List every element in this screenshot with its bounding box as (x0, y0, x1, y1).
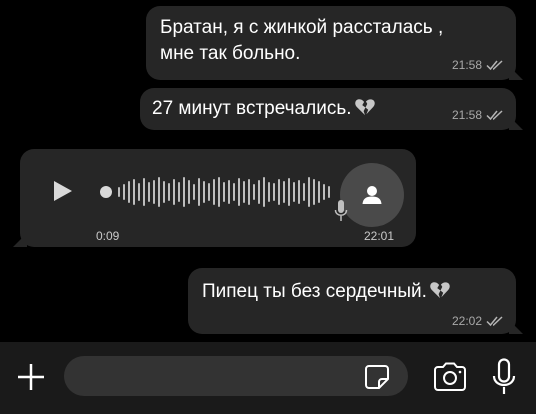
broken-heart-icon (430, 282, 450, 299)
message-time: 21:58 (451, 108, 482, 122)
message-meta: 21:58 (452, 58, 504, 72)
waveform-bar (298, 180, 300, 204)
person-icon (362, 186, 382, 204)
message-time: 22:02 (451, 314, 482, 328)
waveform-bar (188, 180, 190, 204)
message-text: Пипец ты без сердечный. (202, 280, 451, 304)
waveform-bar (253, 184, 255, 200)
avatar[interactable] (340, 163, 404, 227)
waveform-bar (133, 179, 135, 205)
voice-waveform[interactable] (98, 175, 338, 209)
waveform-bar (123, 184, 125, 200)
waveform-bar (198, 178, 200, 206)
double-check-icon (486, 60, 503, 71)
microphone-icon (334, 200, 348, 221)
waveform-bar (243, 181, 245, 203)
message-text-content: 27 минут встречались. (152, 98, 352, 119)
waveform-bar (183, 177, 185, 207)
waveform-bar (263, 177, 265, 207)
waveform-bar (328, 186, 330, 198)
waveform-bar (228, 180, 230, 204)
outgoing-message[interactable]: Пипец ты без сердечный. 22:02 (188, 268, 523, 334)
waveform-bar (278, 179, 280, 205)
waveform-bar (213, 179, 215, 205)
bubble-tail (509, 320, 523, 334)
waveform-bar (268, 182, 270, 202)
waveform-bar (233, 183, 235, 201)
waveform-bar (323, 184, 325, 200)
waveform-bar (223, 182, 225, 202)
waveform-bar (203, 181, 205, 203)
waveform-bar (178, 182, 180, 202)
double-check-icon (486, 316, 503, 327)
message-text-content: Пипец ты без сердечный. (202, 281, 427, 302)
chat-history: Братан, я с жинкой рассталась , мне так … (0, 0, 536, 342)
plus-icon[interactable] (14, 360, 48, 394)
sticker-icon[interactable] (364, 364, 390, 390)
waveform-bar (308, 177, 310, 207)
waveform-bar (208, 183, 210, 201)
message-meta: 21:58 (452, 108, 504, 122)
waveform-bar (303, 183, 305, 201)
waveform-bar (258, 180, 260, 204)
message-time: 21:58 (451, 58, 482, 72)
message-meta: 22:02 (452, 314, 504, 328)
waveform-bar (148, 182, 150, 202)
playback-scrubber[interactable] (100, 186, 112, 198)
waveform-bar (273, 183, 275, 201)
waveform-bar (313, 179, 315, 205)
voice-duration: 0:09 (96, 229, 120, 243)
waveform-bar (153, 180, 155, 204)
outgoing-message[interactable]: 27 минут встречались. 21:58 (140, 88, 523, 130)
message-text: 27 минут встречались. (152, 97, 376, 121)
waveform-bar (248, 179, 250, 205)
bubble-tail (509, 66, 523, 80)
composer-bar (0, 342, 536, 414)
camera-icon[interactable] (432, 362, 468, 392)
waveform-bar (288, 178, 290, 206)
waveform-bar (318, 181, 320, 203)
waveform-bar (238, 178, 240, 206)
bubble-tail (509, 116, 523, 130)
waveform-bar (168, 183, 170, 201)
double-check-icon (486, 110, 503, 121)
broken-heart-icon (354, 99, 375, 116)
message-text-line: мне так больно. (160, 43, 301, 64)
microphone-icon[interactable] (492, 358, 516, 396)
waveform-bar (293, 182, 295, 202)
message-text-line: Братан, я с жинкой рассталась , (160, 17, 444, 38)
waveform-bar (218, 177, 220, 207)
waveform-bar (118, 187, 120, 197)
waveform-bar (158, 177, 160, 207)
waveform-bar (283, 181, 285, 203)
incoming-voice-message: 0:09 22:01 (13, 149, 416, 247)
waveform-bar (163, 181, 165, 203)
message-time: 22:01 (363, 229, 394, 243)
waveform-bar (173, 179, 175, 205)
waveform-bar (138, 183, 140, 201)
message-input[interactable] (64, 356, 408, 396)
waveform-bar (143, 178, 145, 206)
play-icon[interactable] (52, 179, 74, 203)
waveform-bar (193, 184, 195, 200)
waveform-bar (128, 181, 130, 203)
bubble-tail (13, 233, 27, 247)
outgoing-message[interactable]: Братан, я с жинкой рассталась , мне так … (146, 6, 523, 80)
